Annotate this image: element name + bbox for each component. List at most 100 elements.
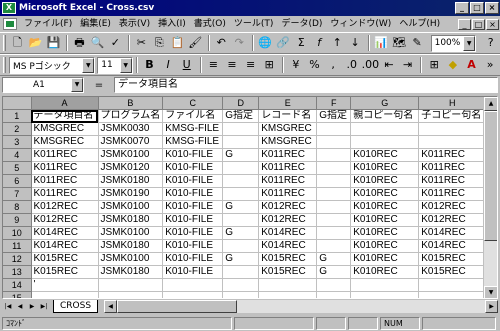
grid-cell[interactable]: G bbox=[222, 226, 260, 241]
grid-cell[interactable]: K010-FILE bbox=[162, 187, 224, 202]
grid-cell[interactable]: K015REC bbox=[258, 265, 318, 280]
row-header[interactable]: 2 bbox=[3, 122, 32, 137]
grid-cell[interactable] bbox=[316, 122, 352, 137]
grid-cell[interactable]: 親コピー句名 bbox=[350, 109, 420, 124]
align-right-icon[interactable]: ≡ bbox=[242, 56, 260, 74]
function-icon[interactable]: f bbox=[311, 34, 328, 52]
name-box[interactable]: A1 ▼ bbox=[2, 77, 84, 93]
grid-cell[interactable]: KMSGREC bbox=[258, 135, 318, 150]
grid-cell[interactable]: K010REC bbox=[350, 265, 420, 280]
grid-cell[interactable]: JSMK0100 bbox=[98, 200, 164, 215]
grid-cell[interactable]: JSMK0070 bbox=[98, 135, 164, 150]
grid-cell[interactable]: K010-FILE bbox=[162, 239, 224, 254]
grid-cell[interactable] bbox=[316, 161, 352, 176]
grid-cell[interactable]: K012REC bbox=[258, 200, 318, 215]
grid-cell[interactable] bbox=[418, 135, 487, 150]
grid-cell[interactable] bbox=[222, 122, 260, 137]
chevron-down-icon[interactable]: ▼ bbox=[463, 35, 476, 51]
grid-cell[interactable]: K011REC bbox=[418, 174, 487, 189]
grid-cell[interactable] bbox=[316, 226, 352, 241]
grid-cell[interactable]: KMSGREC bbox=[258, 122, 318, 137]
grid-cell[interactable]: K010REC bbox=[350, 200, 420, 215]
print-icon[interactable]: 🖶 bbox=[71, 34, 88, 52]
grid-cell[interactable]: データ項目名 bbox=[31, 109, 99, 124]
menu-tools[interactable]: ツール(T) bbox=[230, 17, 278, 31]
map-icon[interactable]: 🗺 bbox=[391, 34, 408, 52]
grid-cell[interactable]: KMSG-FILE bbox=[162, 135, 224, 150]
menu-data[interactable]: データ(D) bbox=[277, 17, 326, 31]
column-header[interactable]: D bbox=[222, 97, 260, 111]
grid-cell[interactable]: K012REC bbox=[258, 213, 318, 228]
doc-close-button[interactable]: × bbox=[486, 18, 499, 30]
grid-cell[interactable] bbox=[222, 239, 260, 254]
grid-cell[interactable]: JSMK0030 bbox=[98, 122, 164, 137]
grid-cell[interactable]: JSMK0180 bbox=[98, 174, 164, 189]
underline-button[interactable]: U bbox=[178, 56, 196, 74]
grid-cell[interactable] bbox=[258, 278, 318, 293]
office-assistant-icon[interactable]: ? bbox=[482, 34, 499, 52]
grid-cell[interactable]: K010-FILE bbox=[162, 148, 224, 163]
menu-insert[interactable]: 挿入(I) bbox=[154, 17, 190, 31]
row-header[interactable]: 7 bbox=[3, 187, 32, 202]
grid-cell[interactable]: K010REC bbox=[350, 148, 420, 163]
font-select[interactable]: MS Pゴシック ▼ bbox=[8, 56, 96, 74]
grid-cell[interactable]: 子コピー句名 bbox=[418, 109, 487, 124]
row-header[interactable]: 15 bbox=[3, 291, 32, 298]
scroll-up-icon[interactable]: ▲ bbox=[484, 97, 497, 111]
menu-help[interactable]: ヘルプ(H) bbox=[395, 17, 444, 31]
grid-cell[interactable]: K015REC bbox=[418, 265, 487, 280]
close-button[interactable]: × bbox=[485, 2, 499, 14]
formula-input[interactable]: データ項目名 bbox=[114, 77, 498, 93]
grid-cell[interactable] bbox=[316, 213, 352, 228]
font-color-icon[interactable]: A bbox=[463, 56, 481, 74]
grid-cell[interactable]: KMSGREC bbox=[31, 135, 99, 150]
grid-cell[interactable]: K010REC bbox=[350, 252, 420, 267]
grid-cell[interactable] bbox=[350, 122, 420, 137]
grid-cell[interactable]: K010-FILE bbox=[162, 226, 224, 241]
undo-icon[interactable]: ↶ bbox=[213, 34, 230, 52]
column-header[interactable]: B bbox=[98, 97, 164, 111]
grid-cell[interactable] bbox=[222, 161, 260, 176]
increase-decimal-icon[interactable]: .0 bbox=[343, 56, 361, 74]
italic-button[interactable]: I bbox=[159, 56, 177, 74]
grid-cell[interactable]: G bbox=[316, 265, 352, 280]
grid-cell[interactable] bbox=[350, 135, 420, 150]
next-sheet-icon[interactable]: ▶ bbox=[26, 300, 38, 313]
percent-icon[interactable]: % bbox=[306, 56, 324, 74]
grid-cell[interactable]: K011REC bbox=[258, 161, 318, 176]
grid-cell[interactable] bbox=[222, 213, 260, 228]
grid-cell[interactable]: K015REC bbox=[258, 252, 318, 267]
grid-cell[interactable]: ' bbox=[31, 278, 99, 293]
grid-cell[interactable]: K010REC bbox=[350, 213, 420, 228]
sort-descending-icon[interactable]: ↓ bbox=[347, 34, 364, 52]
grid-cell[interactable] bbox=[98, 291, 164, 298]
column-header[interactable]: E bbox=[258, 97, 318, 111]
grid-cell[interactable] bbox=[98, 278, 164, 293]
toolbar-grip[interactable] bbox=[3, 35, 6, 51]
grid-cell[interactable]: JSMK0120 bbox=[98, 161, 164, 176]
align-left-icon[interactable]: ≡ bbox=[205, 56, 223, 74]
grid-cell[interactable]: K011REC bbox=[258, 174, 318, 189]
hyperlink-icon[interactable]: 🔗 bbox=[275, 34, 292, 52]
sheet-tab-cross[interactable]: CROSS bbox=[53, 300, 99, 313]
excel-app-icon[interactable]: X bbox=[2, 2, 16, 14]
grid-cell[interactable]: G指定 bbox=[316, 109, 352, 124]
grid-cell[interactable]: レコード名 bbox=[258, 109, 318, 124]
grid-cell[interactable]: K011REC bbox=[31, 174, 99, 189]
format-painter-icon[interactable]: 🖌 bbox=[187, 34, 204, 52]
grid-cell[interactable] bbox=[222, 187, 260, 202]
scroll-down-icon[interactable]: ▼ bbox=[484, 286, 497, 298]
column-header[interactable]: G bbox=[350, 97, 420, 111]
grid-cell[interactable]: K011REC bbox=[31, 161, 99, 176]
row-header[interactable]: 12 bbox=[3, 252, 32, 267]
open-icon[interactable]: 📂 bbox=[27, 34, 44, 52]
copy-icon[interactable]: ⎘ bbox=[151, 34, 168, 52]
grid-cell[interactable]: K010-FILE bbox=[162, 265, 224, 280]
grid-cell[interactable]: K014REC bbox=[418, 226, 487, 241]
row-header[interactable]: 11 bbox=[3, 239, 32, 254]
select-all-corner[interactable] bbox=[3, 97, 32, 111]
scroll-thumb[interactable] bbox=[117, 300, 238, 313]
scroll-track[interactable] bbox=[237, 300, 485, 313]
grid-cell[interactable] bbox=[418, 291, 487, 298]
grid-cell[interactable] bbox=[316, 291, 352, 298]
